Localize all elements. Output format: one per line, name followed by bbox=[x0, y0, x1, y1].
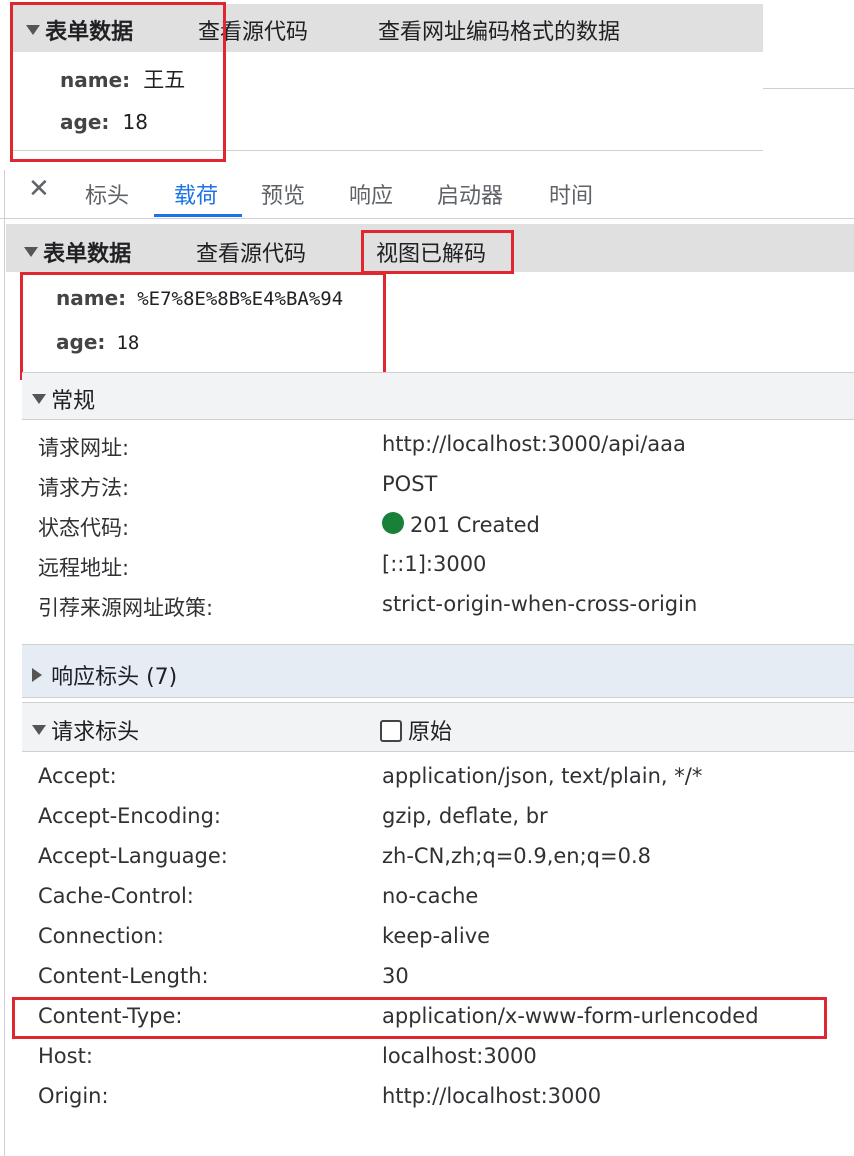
collapse-triangle-icon bbox=[32, 725, 46, 735]
raw-toggle[interactable]: 原始 bbox=[380, 714, 452, 746]
row-key: Accept: bbox=[38, 764, 117, 788]
divider bbox=[763, 88, 854, 89]
collapse-triangle-icon bbox=[24, 247, 38, 257]
raw-checkbox[interactable] bbox=[380, 720, 402, 742]
row-value: zh-CN,zh;q=0.9,en;q=0.8 bbox=[382, 844, 651, 868]
status-ok-icon bbox=[382, 512, 404, 534]
highlight-box bbox=[12, 997, 827, 1039]
row-value: 30 bbox=[382, 964, 409, 988]
highlight-box bbox=[10, 2, 226, 162]
tab-preview[interactable]: 预览 bbox=[261, 178, 305, 210]
row-key: 请求网址: bbox=[38, 436, 130, 460]
request-method-value: POST bbox=[382, 472, 438, 496]
left-panel-edge bbox=[4, 170, 5, 1156]
row-key: Cache-Control: bbox=[38, 884, 194, 908]
payload-view-source-link[interactable]: 查看源代码 bbox=[196, 236, 306, 268]
close-icon[interactable]: ✕ bbox=[28, 174, 50, 204]
row-key: 状态代码: bbox=[38, 516, 130, 540]
active-tab-underline bbox=[154, 214, 242, 217]
row-value: http://localhost:3000 bbox=[382, 1084, 602, 1108]
tab-payload[interactable]: 载荷 bbox=[174, 178, 218, 210]
row-key: 引荐来源网址政策: bbox=[38, 596, 214, 620]
general-toggle: 常规 bbox=[32, 383, 95, 415]
remote-address-value: [::1]:3000 bbox=[382, 552, 487, 576]
highlight-box bbox=[361, 230, 514, 274]
request-headers-toggle: 请求标头 bbox=[32, 714, 139, 746]
expand-triangle-icon bbox=[32, 668, 42, 682]
row-value: application/json, text/plain, */* bbox=[382, 764, 703, 788]
general-section-header[interactable]: 常规 bbox=[22, 372, 854, 420]
row-key: Content-Length: bbox=[38, 964, 209, 988]
payload-form-data-title: 表单数据 bbox=[43, 242, 132, 267]
collapse-triangle-icon bbox=[32, 394, 46, 404]
tab-timing[interactable]: 时间 bbox=[549, 178, 593, 210]
row-key: Connection: bbox=[38, 924, 164, 948]
response-headers-toggle: 响应标头 (7) bbox=[32, 659, 177, 691]
row-key: 远程地址: bbox=[38, 556, 130, 580]
row-value: localhost:3000 bbox=[382, 1044, 537, 1068]
row-key: Host: bbox=[38, 1044, 93, 1068]
row-key: 请求方法: bbox=[38, 476, 130, 500]
request-headers-title: 请求标头 bbox=[51, 720, 140, 745]
top-view-url-encoded-link[interactable]: 查看网址编码格式的数据 bbox=[378, 14, 620, 46]
tab-initiator[interactable]: 启动器 bbox=[437, 178, 503, 210]
request-headers-section-header[interactable]: 请求标头 原始 bbox=[22, 702, 854, 752]
row-value: keep-alive bbox=[382, 924, 491, 948]
row-value: gzip, deflate, br bbox=[382, 804, 548, 828]
response-headers-section-header[interactable]: 响应标头 (7) bbox=[22, 644, 854, 698]
status-code-value: 201 Created bbox=[382, 512, 540, 537]
raw-label: 原始 bbox=[408, 720, 453, 745]
status-text: 201 Created bbox=[410, 513, 540, 537]
highlight-box bbox=[20, 272, 386, 380]
request-url-value[interactable]: http://localhost:3000/api/aaa bbox=[382, 432, 686, 456]
response-headers-title: 响应标头 (7) bbox=[51, 665, 178, 690]
row-key: Accept-Encoding: bbox=[38, 804, 222, 828]
general-title: 常规 bbox=[51, 389, 96, 414]
tab-response[interactable]: 响应 bbox=[349, 178, 393, 210]
row-key: Origin: bbox=[38, 1084, 109, 1108]
tab-headers[interactable]: 标头 bbox=[85, 178, 129, 210]
referrer-policy-value: strict-origin-when-cross-origin bbox=[382, 592, 698, 616]
row-value: no-cache bbox=[382, 884, 479, 908]
payload-form-data-toggle[interactable]: 表单数据 bbox=[24, 236, 131, 268]
row-key: Accept-Language: bbox=[38, 844, 228, 868]
